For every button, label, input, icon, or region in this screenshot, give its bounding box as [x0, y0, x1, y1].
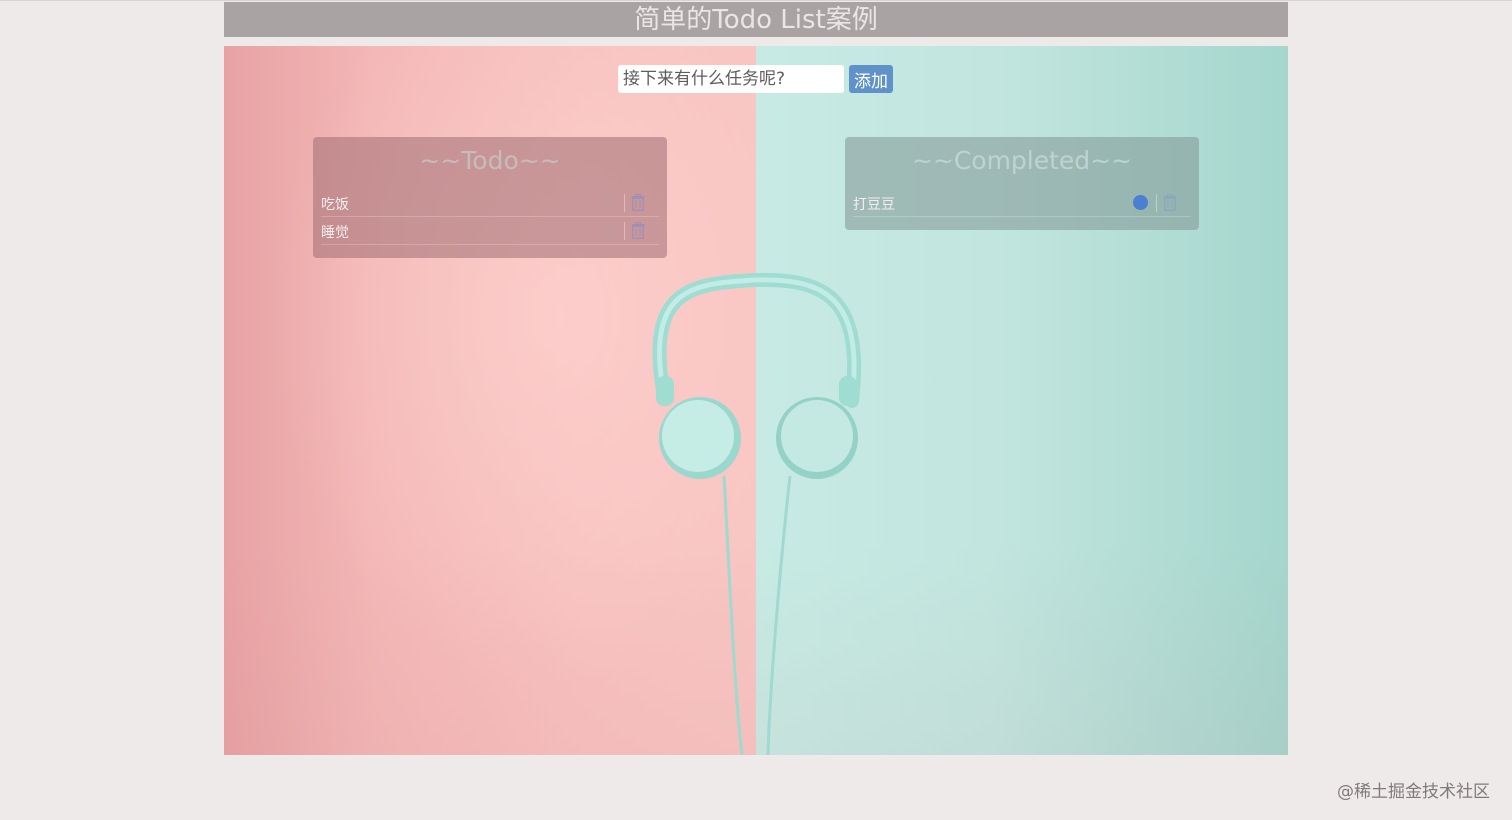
item-text: 睡觉 — [321, 224, 349, 241]
background-stage: 添加 ~~Todo~~ 吃饭 睡觉 — [224, 46, 1288, 755]
completed-panel-title: ~~Completed~~ — [911, 146, 1133, 175]
todo-panel-title: ~~Todo~~ — [419, 146, 561, 175]
trash-icon[interactable] — [1163, 194, 1177, 211]
watermark: @稀土掘金技术社区 — [1337, 782, 1490, 802]
trash-icon[interactable] — [631, 222, 645, 239]
circle-check-icon[interactable] — [603, 224, 615, 237]
add-button[interactable]: 添加 — [849, 65, 893, 93]
add-task-form: 添加 — [618, 65, 893, 93]
top-border — [0, 0, 1512, 1]
circle-check-icon[interactable] — [603, 196, 615, 209]
list-item: 吃饭 — [321, 189, 659, 217]
item-text: 打豆豆 — [853, 196, 895, 213]
item-divider — [624, 193, 625, 212]
item-divider — [1156, 193, 1157, 212]
page-title: 简单的Todo List案例 — [224, 2, 1288, 37]
trash-icon[interactable] — [631, 194, 645, 211]
circle-check-icon[interactable] — [1133, 195, 1148, 210]
list-item: 打豆豆 — [853, 189, 1191, 217]
todo-panel: ~~Todo~~ 吃饭 睡觉 — [313, 137, 667, 258]
item-divider — [624, 221, 625, 240]
list-item: 睡觉 — [321, 217, 659, 245]
task-input[interactable] — [618, 65, 844, 93]
item-text: 吃饭 — [321, 196, 349, 213]
completed-panel: ~~Completed~~ 打豆豆 — [845, 137, 1199, 230]
